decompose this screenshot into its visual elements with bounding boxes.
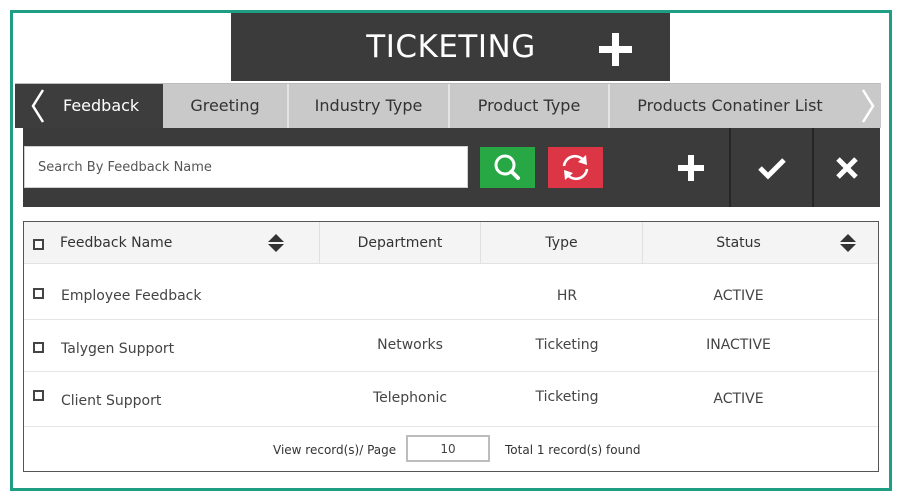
cell-department: Telephonic (372, 390, 448, 406)
tab-label: Products Conatiner List (637, 96, 823, 115)
column-header-feedback-name[interactable]: Feedback Name (60, 222, 172, 264)
select-all-checkbox[interactable] (33, 239, 44, 250)
feedback-table: Feedback Name Department Type Status Emp… (23, 221, 879, 472)
close-icon (836, 156, 858, 179)
table-row[interactable]: Client Support Telephonic Ticketing ACTI… (24, 372, 878, 427)
plus-icon (678, 154, 704, 181)
check-icon (757, 157, 786, 180)
table-row[interactable]: Talygen Support Networks Ticketing INACT… (24, 320, 878, 372)
chevron-right-icon[interactable] (855, 84, 879, 128)
cell-status: INACTIVE (706, 337, 771, 353)
table-row[interactable]: Employee Feedback HR ACTIVE (24, 264, 878, 320)
row-checkbox[interactable] (33, 390, 44, 401)
column-header-status[interactable]: Status (643, 222, 834, 264)
refresh-button[interactable] (548, 147, 603, 188)
sort-icon[interactable] (839, 233, 857, 253)
tab-label: Industry Type (314, 96, 423, 115)
add-button[interactable] (653, 128, 729, 207)
row-checkbox[interactable] (33, 288, 44, 299)
cell-feedback-name: Talygen Support (61, 341, 175, 357)
plus-icon[interactable] (596, 30, 636, 70)
tab-label: Feedback (63, 96, 140, 115)
tab-bar: Feedback Greeting Industry Type Product … (15, 83, 881, 128)
cell-type: Ticketing (535, 337, 599, 353)
cell-type: Ticketing (535, 389, 599, 405)
toolbar (23, 128, 880, 207)
tab-label: Product Type (477, 96, 581, 115)
table-header: Feedback Name Department Type Status (24, 222, 878, 264)
search-input[interactable] (24, 146, 468, 188)
cell-status: ACTIVE (713, 288, 764, 304)
confirm-button[interactable] (731, 128, 812, 207)
column-header-type[interactable]: Type (481, 222, 642, 264)
search-button[interactable] (480, 147, 535, 188)
sort-icon[interactable] (267, 233, 285, 253)
page-size-label: View record(s)/ Page (273, 443, 397, 457)
cell-status: ACTIVE (713, 391, 764, 407)
cell-feedback-name: Employee Feedback (61, 288, 202, 304)
chevron-left-icon[interactable] (27, 84, 51, 128)
page-size-input[interactable] (406, 435, 490, 462)
tab-products-container-list[interactable]: Products Conatiner List (610, 84, 850, 128)
tab-label: Greeting (190, 96, 260, 115)
total-records-label: Total 1 record(s) found (505, 443, 641, 457)
row-checkbox[interactable] (33, 342, 44, 353)
tab-product-type[interactable]: Product Type (450, 84, 610, 128)
close-button[interactable] (814, 128, 880, 207)
cell-type: HR (556, 288, 578, 304)
refresh-icon (562, 154, 589, 181)
tab-greeting[interactable]: Greeting (163, 84, 289, 128)
cell-department: Networks (377, 337, 443, 353)
tab-industry-type[interactable]: Industry Type (289, 84, 450, 128)
column-header-department[interactable]: Department (320, 222, 480, 264)
cell-feedback-name: Client Support (61, 393, 162, 409)
search-icon (494, 154, 520, 180)
